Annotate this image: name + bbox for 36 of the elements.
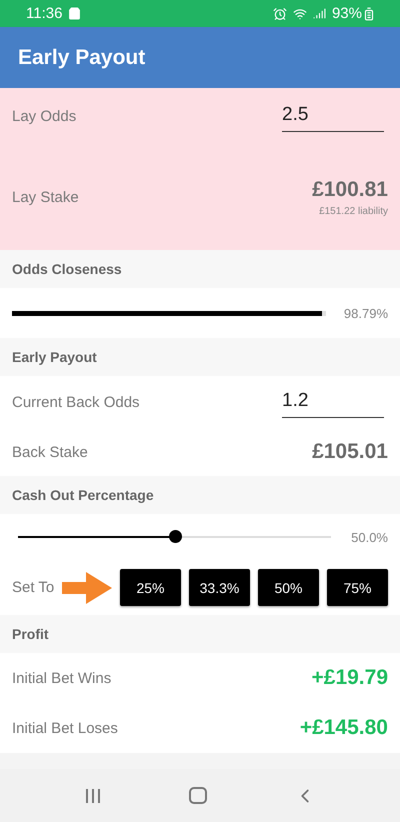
battery-icon: [362, 6, 376, 20]
recent-apps-icon[interactable]: [84, 786, 102, 804]
lay-stake-value: £100.81: [312, 178, 388, 202]
section-header: Odds Closeness: [12, 261, 122, 277]
back-stake-value: £105.01: [312, 440, 388, 464]
profit-label: Initial Bet Loses: [12, 720, 118, 736]
status-time: 11:36: [26, 5, 62, 22]
alarm-icon: [272, 6, 287, 20]
lay-odds-field[interactable]: 2.5: [282, 100, 384, 132]
section-header: Early Payout: [12, 349, 97, 365]
slider-thumb[interactable]: [168, 530, 182, 543]
field-label: Lay Odds: [12, 108, 76, 124]
battery-percentage: 93%: [332, 5, 362, 22]
preset-button[interactable]: 75%: [327, 569, 388, 606]
preset-button[interactable]: 25%: [120, 569, 181, 606]
signal-icon: [312, 7, 326, 20]
field-label: Back Stake: [12, 444, 88, 460]
wifi-icon: [292, 6, 307, 20]
liability-note: £151.22 liability: [319, 206, 388, 216]
cash-out-reading: 50.0%: [351, 530, 388, 544]
preset-button[interactable]: 50%: [258, 569, 319, 606]
field-label: Lay Stake: [12, 188, 79, 206]
back-odds-field[interactable]: 1.2: [282, 386, 384, 418]
closeness-reading: 98.79%: [344, 306, 388, 320]
field-label: Current Back Odds: [12, 394, 140, 410]
preset-button[interactable]: 33.3%: [189, 569, 250, 606]
app-title: Early Payout: [18, 46, 146, 70]
section-header: Profit: [12, 626, 49, 642]
profit-value: +£145.80: [300, 716, 388, 740]
profit-label: Initial Bet Wins: [12, 670, 112, 686]
arrow-icon: [62, 572, 112, 604]
home-icon[interactable]: [188, 787, 207, 804]
section-header: Cash Out Percentage: [12, 487, 154, 503]
set-to-label: Set To: [12, 579, 54, 596]
profit-value: +£19.79: [312, 666, 388, 690]
cash-out-slider[interactable]: [18, 530, 332, 544]
